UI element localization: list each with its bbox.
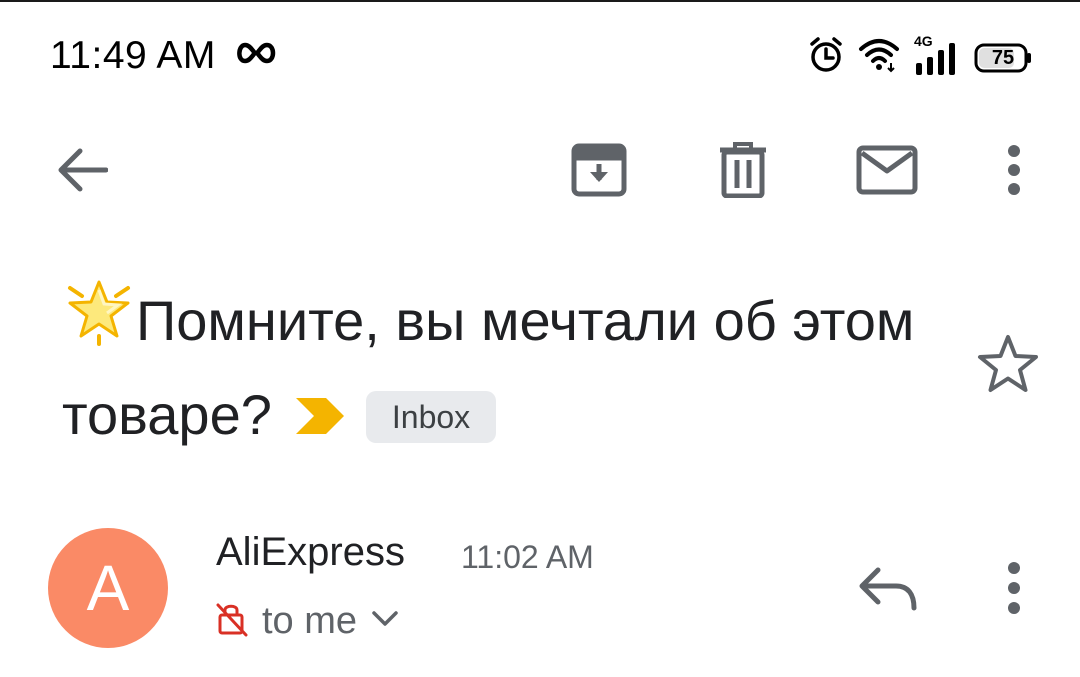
more-options-button[interactable] <box>994 140 1034 204</box>
email-toolbar <box>0 122 1080 222</box>
recipient-details-toggle[interactable]: to me <box>216 600 399 643</box>
more-vert-icon <box>994 562 1034 626</box>
reply-icon <box>856 567 920 622</box>
status-icons: 4G 75 <box>808 33 1032 79</box>
sender-name[interactable]: AliExpress <box>216 530 405 575</box>
reply-button[interactable] <box>856 562 920 618</box>
chevron-down-icon <box>371 610 399 633</box>
recipient-label: to me <box>262 600 358 642</box>
importance-chevron-icon[interactable] <box>294 370 346 434</box>
signal-icon: 4G <box>914 33 960 77</box>
battery-level: 75 <box>991 46 1015 69</box>
label-chip-inbox[interactable]: Inbox <box>365 391 497 443</box>
delete-button[interactable] <box>712 140 774 204</box>
back-button[interactable] <box>50 140 114 204</box>
sender-avatar[interactable]: A <box>48 528 168 648</box>
archive-icon <box>571 142 627 203</box>
status-time: 11:49 AM <box>50 34 216 77</box>
status-bar: 11:49 AM 4G 75 <box>0 2 1080 112</box>
encryption-warning-icon <box>216 601 248 642</box>
mark-unread-button[interactable] <box>852 140 922 204</box>
email-subject-block: Помните, вы мечтали об этом товаре? Inbo… <box>62 274 942 462</box>
alarm-icon <box>808 36 844 79</box>
glowing-star-icon <box>62 276 136 350</box>
mark-unread-icon <box>856 145 918 200</box>
wifi-icon <box>858 37 900 78</box>
more-vert-icon <box>1006 144 1022 201</box>
star-button[interactable] <box>976 332 1040 396</box>
star-outline-icon <box>976 335 1040 400</box>
message-more-options-button[interactable] <box>994 558 1034 622</box>
message-time: 11:02 AM <box>461 539 594 575</box>
archive-button[interactable] <box>566 140 632 204</box>
battery-icon: 75 <box>974 43 1032 73</box>
infinity-icon <box>234 40 278 71</box>
trash-icon <box>718 141 768 203</box>
back-arrow-icon <box>56 148 109 197</box>
